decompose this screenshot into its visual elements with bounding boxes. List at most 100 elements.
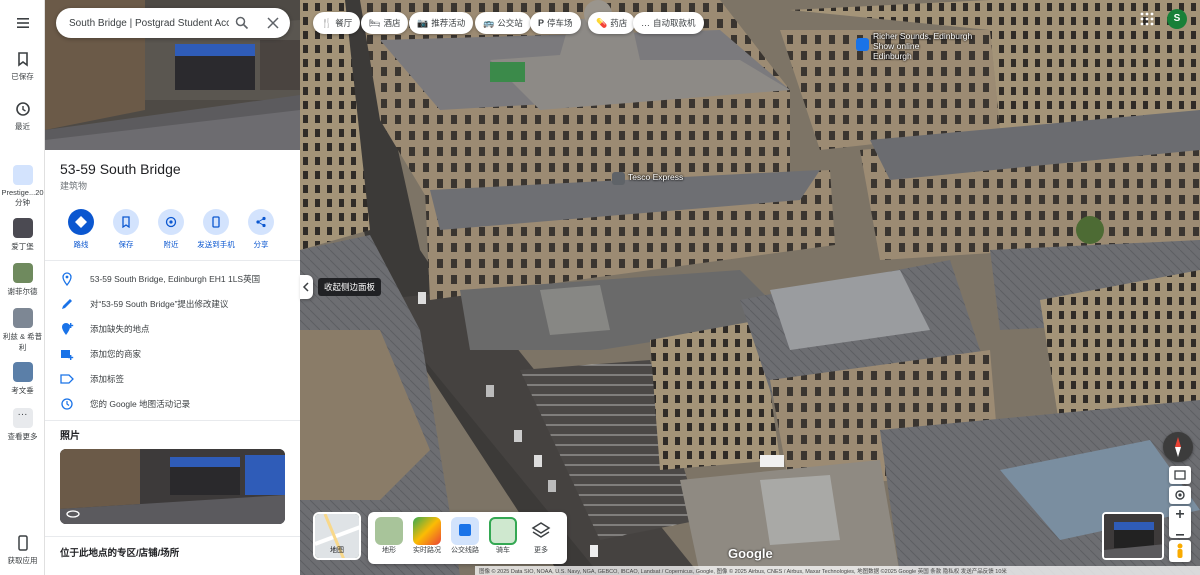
rail-recent-item[interactable]: Prestige...20分钟: [0, 165, 45, 208]
poi-pin-icon[interactable]: [856, 38, 869, 51]
layer-traffic[interactable]: 实时路况: [410, 517, 444, 555]
rail-recent-item[interactable]: 爱丁堡: [0, 218, 45, 252]
share-icon: [256, 216, 266, 228]
atm-icon: …: [641, 18, 650, 28]
layer-toggle-button[interactable]: 地图: [313, 512, 361, 560]
add-place-text: 添加缺失的地点: [90, 324, 150, 334]
chip-label: 推荐活动: [431, 18, 466, 28]
rail-recent-item[interactable]: 谢菲尔德: [0, 263, 45, 297]
place-panel: 53-59 South Bridge 建筑物 路线 保存 附近 发送到手机 分享…: [45, 0, 300, 575]
directions-button[interactable]: 路线: [57, 209, 105, 250]
send-to-phone-button[interactable]: 发送到手机: [192, 209, 240, 250]
add-business-text: 添加您的商家: [90, 349, 142, 359]
chip-restaurants[interactable]: 🍴 餐厅: [313, 12, 361, 34]
bookmark-icon: [17, 52, 28, 67]
place-photo[interactable]: [60, 449, 285, 524]
divider: [45, 260, 300, 261]
my-location-button[interactable]: [1169, 486, 1191, 504]
more-icon: ···: [12, 408, 33, 428]
place-title: 53-59 South Bridge: [60, 161, 181, 177]
place-category[interactable]: 建筑物: [60, 179, 87, 192]
add-business-icon: [61, 350, 74, 360]
nearby-label: 附近: [163, 240, 179, 249]
layer-biking[interactable]: 骑车: [486, 517, 520, 555]
save-button[interactable]: 保存: [102, 209, 150, 250]
rail-recent-label: 最近: [15, 122, 30, 131]
rail-recent-item[interactable]: 考文垂: [0, 362, 45, 396]
menu-button[interactable]: [0, 14, 45, 35]
search-box[interactable]: [56, 8, 290, 38]
rail-recent-item-label: 考文垂: [11, 386, 34, 395]
chip-pharmacies[interactable]: 💊 药店: [588, 12, 636, 34]
layer-label: 骑车: [496, 547, 510, 554]
history-icon: [15, 102, 30, 116]
get-app-button[interactable]: 获取应用: [0, 534, 45, 566]
address-text: 53-59 South Bridge, Edinburgh EH1 1LS英国: [90, 274, 261, 284]
compass-control[interactable]: [1163, 432, 1193, 462]
poi-label-tesco[interactable]: Tesco Express: [628, 172, 683, 182]
layer-terrain[interactable]: 地形: [372, 517, 406, 555]
add-label-row[interactable]: 添加标签: [45, 369, 300, 389]
rail-recent[interactable]: 最近: [0, 100, 45, 132]
compass-icon: [1175, 437, 1181, 457]
suggest-edit-row[interactable]: 对“53-59 South Bridge”提出修改建议: [45, 294, 300, 314]
menu-icon: [16, 18, 29, 28]
street-view-preview: [1104, 514, 1162, 558]
bus-icon: 🚌: [483, 18, 495, 28]
chip-label: 药店: [610, 18, 628, 28]
shield-thumbnail: [12, 165, 33, 185]
address-row[interactable]: 53-59 South Bridge, Edinburgh EH1 1LS英国: [45, 269, 300, 289]
place-thumbnail: [12, 308, 33, 328]
chevron-left-icon: [302, 282, 309, 292]
save-label: 保存: [118, 240, 134, 249]
photo-image: [60, 449, 285, 524]
zoom-control: [1169, 506, 1191, 538]
layers-icon: [531, 522, 551, 538]
pharmacy-icon: 💊: [596, 18, 608, 28]
close-icon[interactable]: [267, 17, 279, 29]
hotel-icon: 🛏: [369, 18, 381, 28]
chip-things-to-do[interactable]: 📷 推荐活动: [409, 12, 474, 34]
pegman-button[interactable]: [1169, 540, 1191, 562]
bookmark-icon: [122, 216, 130, 228]
zoom-in-icon[interactable]: [1169, 506, 1191, 522]
poi-label-richer-sounds[interactable]: Richer Sounds, Edinburgh Show online Edi…: [873, 31, 972, 61]
activity-row[interactable]: 您的 Google 地图活动记录: [45, 394, 300, 414]
search-input[interactable]: [69, 14, 229, 32]
rail-recent-item-label: Prestige...20分钟: [1, 188, 44, 207]
chip-parking[interactable]: P 停车场: [530, 12, 581, 34]
layer-transit[interactable]: 公交线路: [448, 517, 482, 555]
location-pin-icon: [62, 272, 72, 286]
poi-pin-icon[interactable]: [612, 172, 625, 185]
directions-label: 路线: [73, 240, 89, 249]
share-button[interactable]: 分享: [237, 209, 285, 250]
add-place-row[interactable]: 添加缺失的地点: [45, 319, 300, 339]
share-label: 分享: [253, 240, 269, 249]
rail-more[interactable]: ··· 查看更多: [0, 408, 45, 442]
add-business-row[interactable]: 添加您的商家: [45, 344, 300, 364]
action-buttons: 路线 保存 附近 发送到手机 分享: [55, 209, 295, 251]
chip-hotels[interactable]: 🛏 酒店: [361, 12, 409, 34]
my-location-icon: [1175, 490, 1185, 500]
apps-grid-icon[interactable]: [1140, 12, 1154, 26]
activity-text: 您的 Google 地图活动记录: [90, 399, 191, 409]
search-icon[interactable]: [235, 16, 249, 30]
chip-label: 餐厅: [335, 18, 353, 28]
tilt-control[interactable]: [1169, 466, 1191, 484]
chip-label: 酒店: [383, 18, 401, 28]
nearby-button[interactable]: 附近: [147, 209, 195, 250]
collapse-panel-button[interactable]: [300, 275, 313, 299]
rail-saved[interactable]: 已保存: [0, 50, 45, 82]
send-to-phone-label: 发送到手机: [197, 240, 235, 249]
avatar[interactable]: S: [1167, 9, 1187, 29]
rail-recent-item[interactable]: 利兹 & 希普利: [0, 308, 45, 353]
divider: [45, 536, 300, 537]
layer-toggle-label: 地图: [330, 547, 344, 554]
place-thumbnail: [12, 263, 33, 283]
phone-icon: [17, 535, 28, 551]
chip-atms[interactable]: … 自动取款机: [633, 12, 704, 34]
add-label-text: 添加标签: [90, 374, 125, 384]
street-view-thumbnail[interactable]: [1102, 512, 1164, 560]
chip-transit[interactable]: 🚌 公交站: [475, 12, 531, 34]
layer-more[interactable]: 更多: [524, 517, 558, 555]
